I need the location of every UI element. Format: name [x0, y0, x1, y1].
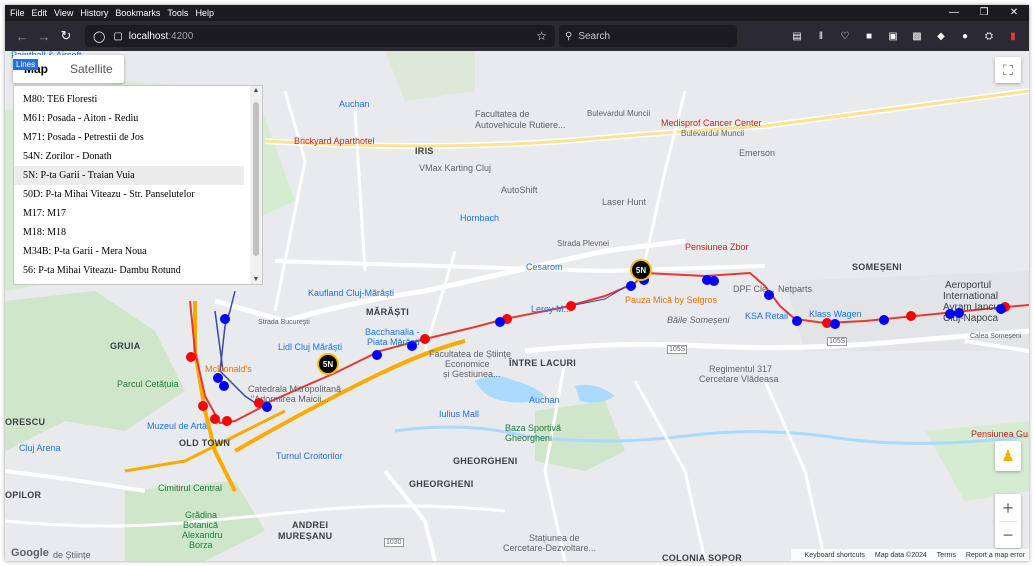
stop-marker-blue[interactable]	[495, 317, 505, 327]
menu-edit[interactable]: Edit	[32, 8, 48, 18]
stop-marker-red[interactable]	[420, 334, 430, 344]
stop-marker-blue[interactable]	[626, 281, 636, 291]
extension-window-icon[interactable]: ▣	[881, 27, 905, 45]
search-placeholder: Search	[578, 30, 611, 42]
stop-marker-blue[interactable]	[945, 309, 955, 319]
bus-marker-label: 5N	[635, 265, 647, 275]
extension-shield-icon[interactable]: ◆	[929, 27, 953, 45]
bus-marker-label: 5N	[322, 359, 334, 369]
page-icon: ▢	[113, 30, 123, 42]
search-bar[interactable]: ⚲ Search	[559, 25, 737, 47]
reader-icon[interactable]: ▤	[785, 27, 809, 45]
url-host: localhost	[128, 30, 169, 42]
back-icon[interactable]: ←	[11, 25, 33, 47]
stop-marker-red[interactable]	[906, 311, 916, 321]
menu-bar: File Edit View History Bookmarks Tools H…	[5, 5, 1029, 21]
extension-info-icon[interactable]: ●	[953, 27, 977, 45]
line-item[interactable]: M71: Posada - Petrestii de Jos	[14, 128, 244, 147]
zoom-control: + −	[995, 494, 1021, 548]
map-data-text: Map data ©2024	[874, 551, 927, 559]
library-icon[interactable]: ‖	[809, 27, 833, 45]
stop-marker-blue[interactable]	[954, 308, 964, 318]
pocket-icon[interactable]: ♡	[833, 27, 857, 45]
fullscreen-icon[interactable]: ⛶	[995, 57, 1021, 83]
line-item[interactable]: 5N: P-ta Garii - Traian Vuia	[14, 166, 244, 185]
blue-stops	[213, 275, 1006, 412]
stop-marker-blue[interactable]	[213, 373, 223, 383]
keyboard-shortcuts-link[interactable]: Keyboard shortcuts	[805, 552, 865, 559]
line-item[interactable]: 50D: P-ta Mihai Viteazu - Str. Panselute…	[14, 185, 244, 204]
bookmark-star-icon[interactable]: ☆	[536, 29, 547, 43]
toolbar-icons: ▤ ‖ ♡ ■ ▣ ▩ ◆ ● ⛭ ▮ ☰	[785, 27, 1029, 45]
stop-marker-blue[interactable]	[372, 350, 382, 360]
stop-marker-red[interactable]	[222, 416, 232, 426]
menu-view[interactable]: View	[54, 8, 73, 18]
reload-icon[interactable]: ↻	[55, 25, 77, 47]
extension-box-icon[interactable]: ▩	[905, 27, 929, 45]
line-item[interactable]: M34B: P-ta Garii - Mera Noua	[14, 242, 244, 261]
lines-list-panel[interactable]: M80: TE6 Floresti M61: Posada - Aiton - R…	[13, 85, 263, 285]
menu-bookmarks[interactable]: Bookmarks	[115, 8, 160, 18]
scroll-down-icon[interactable]: ▼	[250, 276, 262, 283]
browser-window: File Edit View History Bookmarks Tools H…	[5, 5, 1029, 561]
stop-marker-blue[interactable]	[830, 319, 840, 329]
zoom-in-icon[interactable]: +	[1003, 495, 1014, 521]
stop-marker-blue[interactable]	[879, 315, 889, 325]
stop-marker-blue[interactable]	[220, 314, 230, 324]
lines-list: M80: TE6 Floresti M61: Posada - Aiton - R…	[14, 86, 262, 280]
lines-badge: Lines	[13, 59, 39, 70]
pegman-icon[interactable]: ♟	[995, 441, 1021, 471]
bus-marker-1[interactable]: 5N	[317, 353, 339, 375]
extensions-puzzle-icon[interactable]: ⛭	[977, 27, 1001, 45]
line-item[interactable]: M18: M18	[14, 223, 244, 242]
line-item[interactable]: M80: TE6 Floresti	[14, 90, 244, 109]
stop-marker-blue[interactable]	[792, 316, 802, 326]
stop-marker-blue[interactable]	[764, 290, 774, 300]
menu-tools[interactable]: Tools	[167, 8, 188, 18]
nav-bar: ← → ↻ ◯ ▢ localhost:4200 ☆ ⚲ Search ▤ ‖ …	[5, 21, 1029, 51]
stop-marker-red[interactable]	[198, 401, 208, 411]
zoom-out-icon[interactable]: −	[1003, 522, 1014, 548]
extension-cat-icon[interactable]: ■	[857, 27, 881, 45]
extension-red-icon[interactable]: ▮	[1001, 27, 1025, 45]
line-item[interactable]: M17: M17	[14, 204, 244, 223]
bus-marker-2[interactable]: 5N	[630, 259, 652, 281]
stop-marker-blue[interactable]	[219, 381, 229, 391]
map-footer: Keyboard shortcuts Map data ©2024 Terms …	[790, 549, 1029, 561]
menu-help[interactable]: Help	[195, 8, 214, 18]
line-item[interactable]: M61: Posada - Aiton - Rediu	[14, 109, 244, 128]
url-port: :4200	[168, 30, 194, 42]
scroll-up-icon[interactable]: ▲	[250, 87, 262, 94]
forward-icon[interactable]: →	[33, 25, 55, 47]
stop-marker-blue[interactable]	[262, 402, 272, 412]
google-logo: Google	[11, 547, 49, 559]
line-item[interactable]: 54N: Zorilor - Donath	[14, 147, 244, 166]
map-canvas[interactable]: Paintball & Airsoft Auchan Facultatea de…	[5, 51, 1029, 561]
stop-marker-blue[interactable]	[407, 341, 417, 351]
report-error-link[interactable]: Report a map error	[966, 552, 1025, 559]
close-icon[interactable]: ✕	[999, 5, 1029, 21]
menu-file[interactable]: File	[10, 8, 25, 18]
stop-marker-blue[interactable]	[996, 304, 1006, 314]
line-item[interactable]: 56: P-ta Mihai Viteazu- Dambu Rotund	[14, 261, 244, 280]
stop-marker-blue[interactable]	[709, 276, 719, 286]
menu-history[interactable]: History	[80, 8, 108, 18]
stop-marker-red[interactable]	[566, 301, 576, 311]
restore-icon[interactable]: ❐	[969, 5, 999, 21]
shield-icon[interactable]: ◯	[93, 30, 105, 43]
terms-link[interactable]: Terms	[937, 552, 956, 559]
lines-scrollbar[interactable]: ▲ ▼	[250, 86, 262, 284]
search-icon: ⚲	[565, 30, 573, 42]
stop-marker-red[interactable]	[210, 414, 220, 424]
window-controls: — ❐ ✕	[939, 5, 1029, 21]
stop-marker-red[interactable]	[186, 352, 196, 362]
scroll-thumb[interactable]	[253, 102, 259, 256]
map-type-satellite-button[interactable]: Satellite	[59, 55, 124, 83]
url-bar[interactable]: ◯ ▢ localhost:4200 ☆	[85, 25, 555, 47]
menu-hamburger-icon[interactable]: ☰	[1025, 27, 1029, 45]
minimize-icon[interactable]: —	[939, 5, 969, 21]
